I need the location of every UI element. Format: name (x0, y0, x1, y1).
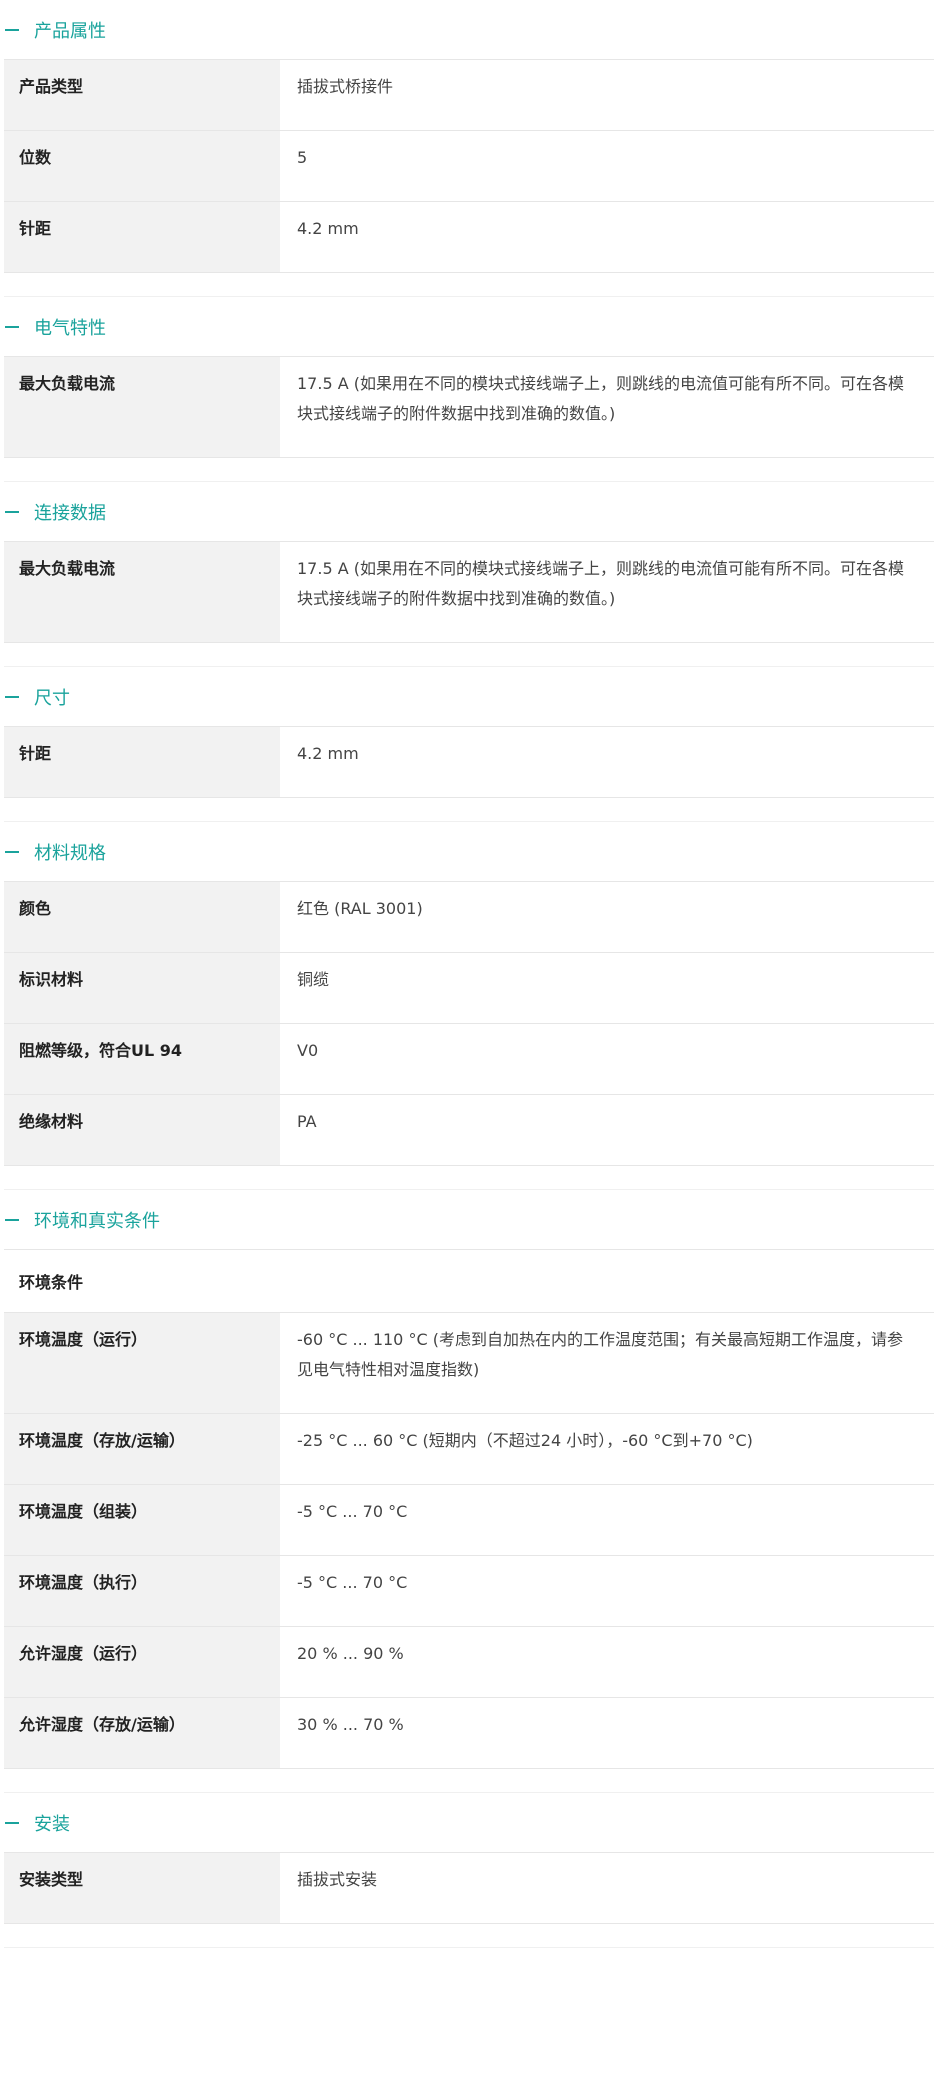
section-divider (4, 1769, 934, 1793)
section-installation: 安装 安装类型 插拔式安装 (4, 1793, 934, 1948)
section-title: 连接数据 (34, 502, 106, 524)
collapse-icon (5, 325, 19, 328)
spec-value: 插拔式安装 (297, 1870, 378, 1889)
section-header-environment[interactable]: 环境和真实条件 (4, 1190, 934, 1250)
section-title: 产品属性 (34, 20, 106, 42)
spec-label: 位数 (4, 131, 280, 201)
spec-label: 环境温度（组装） (4, 1485, 280, 1555)
section-materials: 材料规格 颜色 红色 (RAL 3001) 标识材料 铜缆 阻燃等级，符合UL … (4, 822, 934, 1190)
spec-row: 环境温度（执行） -5 °C ... 70 °C (4, 1556, 934, 1627)
spec-label: 产品类型 (4, 60, 280, 130)
section-header-product-properties[interactable]: 产品属性 (4, 0, 934, 60)
section-dimensions: 尺寸 针距 4.2 mm (4, 667, 934, 822)
spec-row: 绝缘材料 PA (4, 1095, 934, 1166)
spec-label: 针距 (4, 727, 280, 797)
spec-row: 安装类型 插拔式安装 (4, 1853, 934, 1924)
spec-row: 环境温度（运行） -60 °C ... 110 °C (考虑到自加热在内的工作温… (4, 1313, 934, 1414)
collapse-icon (5, 850, 19, 853)
spec-label: 环境温度（存放/运输） (4, 1414, 280, 1484)
spec-label: 环境温度（运行） (4, 1313, 280, 1413)
section-divider (4, 643, 934, 667)
section-title: 电气特性 (34, 317, 106, 339)
spec-value: -60 °C ... 110 °C (考虑到自加热在内的工作温度范围；有关最高短… (297, 1330, 903, 1379)
section-title: 材料规格 (34, 842, 106, 864)
spec-value: 30 % ... 70 % (297, 1715, 404, 1734)
section-connection: 连接数据 最大负载电流 17.5 A (如果用在不同的模块式接线端子上，则跳线的… (4, 482, 934, 667)
spec-value: 5 (297, 148, 308, 167)
section-divider (4, 273, 934, 297)
spec-row: 颜色 红色 (RAL 3001) (4, 882, 934, 953)
section-header-materials[interactable]: 材料规格 (4, 822, 934, 882)
spec-value: -5 °C ... 70 °C (297, 1502, 408, 1521)
spec-value: -25 °C ... 60 °C (短期内（不超过24 小时），-60 °C到+… (297, 1431, 753, 1450)
section-divider (4, 798, 934, 822)
spec-value: 铜缆 (297, 970, 330, 989)
spec-value: 20 % ... 90 % (297, 1644, 404, 1663)
product-spec-page: 产品属性 产品类型 插拔式桥接件 位数 5 针距 4.2 mm 电气特性 最大负… (0, 0, 935, 1948)
spec-value: -5 °C ... 70 °C (297, 1573, 408, 1592)
spec-row: 允许湿度（存放/运输） 30 % ... 70 % (4, 1698, 934, 1769)
section-header-installation[interactable]: 安装 (4, 1793, 934, 1853)
spec-label: 颜色 (4, 882, 280, 952)
spec-label: 标识材料 (4, 953, 280, 1023)
spec-row: 环境温度（存放/运输） -25 °C ... 60 °C (短期内（不超过24 … (4, 1414, 934, 1485)
section-title: 环境和真实条件 (34, 1210, 160, 1232)
spec-label: 最大负载电流 (4, 542, 280, 642)
spec-label: 阻燃等级，符合UL 94 (4, 1024, 280, 1094)
section-header-electrical[interactable]: 电气特性 (4, 297, 934, 357)
spec-label: 安装类型 (4, 1853, 280, 1923)
collapse-icon (5, 28, 19, 31)
section-header-dimensions[interactable]: 尺寸 (4, 667, 934, 727)
spec-label: 针距 (4, 202, 280, 272)
section-title: 安装 (34, 1813, 70, 1835)
spec-row: 产品类型 插拔式桥接件 (4, 60, 934, 131)
spec-row: 标识材料 铜缆 (4, 953, 934, 1024)
spec-label: 绝缘材料 (4, 1095, 280, 1165)
section-header-connection[interactable]: 连接数据 (4, 482, 934, 542)
spec-row: 针距 4.2 mm (4, 727, 934, 798)
spec-label: 环境温度（执行） (4, 1556, 280, 1626)
spec-label: 允许湿度（运行） (4, 1627, 280, 1697)
section-electrical: 电气特性 最大负载电流 17.5 A (如果用在不同的模块式接线端子上，则跳线的… (4, 297, 934, 482)
spec-value: V0 (297, 1041, 319, 1060)
spec-value: 17.5 A (如果用在不同的模块式接线端子上，则跳线的电流值可能有所不同。可在… (297, 374, 904, 423)
section-divider (4, 1166, 934, 1190)
section-product-properties: 产品属性 产品类型 插拔式桥接件 位数 5 针距 4.2 mm (4, 0, 934, 297)
collapse-icon (5, 510, 19, 513)
spec-label: 最大负载电流 (4, 357, 280, 457)
spec-row: 允许湿度（运行） 20 % ... 90 % (4, 1627, 934, 1698)
spec-row: 最大负载电流 17.5 A (如果用在不同的模块式接线端子上，则跳线的电流值可能… (4, 542, 934, 643)
spec-row: 针距 4.2 mm (4, 202, 934, 273)
collapse-icon (5, 1821, 19, 1824)
subheading: 环境条件 (4, 1250, 934, 1313)
spec-row: 位数 5 (4, 131, 934, 202)
spec-value: 红色 (RAL 3001) (297, 899, 423, 918)
section-environment: 环境和真实条件 环境条件 环境温度（运行） -60 °C ... 110 °C … (4, 1190, 934, 1793)
spec-value: 插拔式桥接件 (297, 77, 394, 96)
spec-label: 允许湿度（存放/运输） (4, 1698, 280, 1768)
section-divider (4, 1924, 934, 1948)
section-divider (4, 458, 934, 482)
spec-row: 最大负载电流 17.5 A (如果用在不同的模块式接线端子上，则跳线的电流值可能… (4, 357, 934, 458)
spec-value: 4.2 mm (297, 744, 359, 763)
spec-value: 4.2 mm (297, 219, 359, 238)
section-title: 尺寸 (34, 687, 70, 709)
collapse-icon (5, 695, 19, 698)
collapse-icon (5, 1218, 19, 1221)
spec-row: 阻燃等级，符合UL 94 V0 (4, 1024, 934, 1095)
spec-row: 环境温度（组装） -5 °C ... 70 °C (4, 1485, 934, 1556)
spec-value: 17.5 A (如果用在不同的模块式接线端子上，则跳线的电流值可能有所不同。可在… (297, 559, 904, 608)
spec-value: PA (297, 1112, 317, 1131)
